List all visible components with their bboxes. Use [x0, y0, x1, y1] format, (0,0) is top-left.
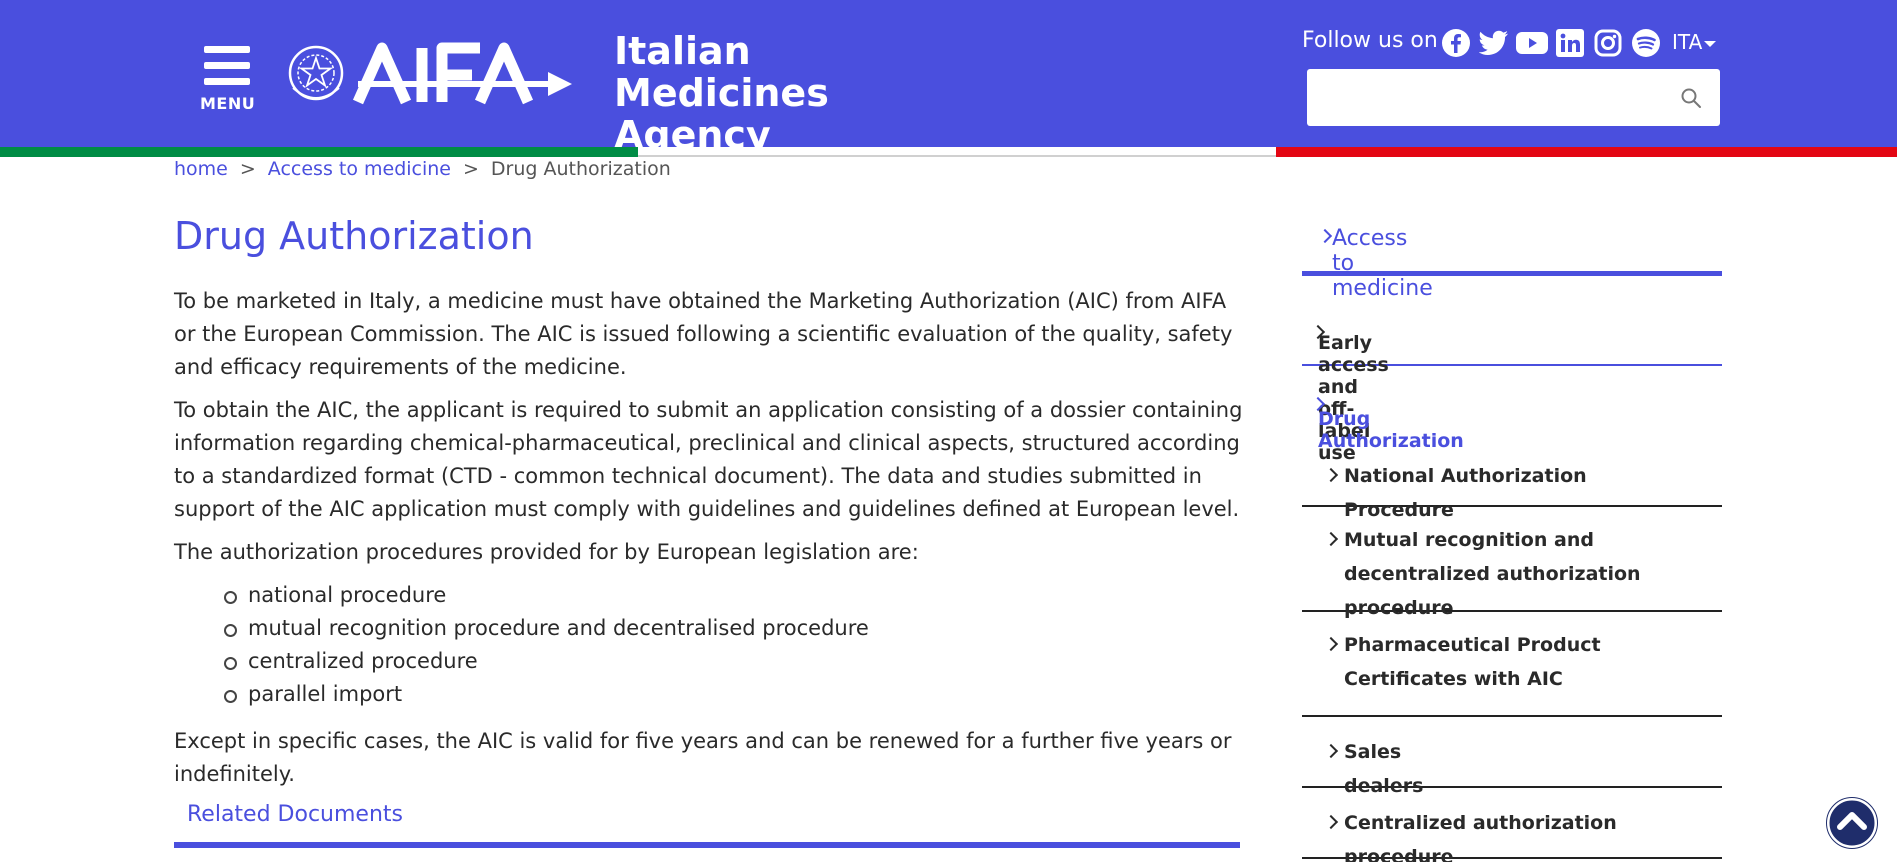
sidebar-subitem-mutual-recognition[interactable]: Mutual recognition and decentralized aut… — [1302, 507, 1722, 619]
sidebar-subitem-sales-dealers[interactable]: Sales dealers — [1302, 717, 1722, 797]
youtube-icon[interactable] — [1516, 27, 1548, 59]
menu-label: MENU — [200, 94, 256, 113]
sidebar-item-early-access[interactable]: Early access and off-label use — [1302, 312, 1722, 464]
sidebar-subitem-label: Centralized authorization procedure — [1344, 812, 1617, 862]
validity-paragraph: Except in specific cases, the AIC is val… — [174, 729, 1232, 786]
breadcrumb: home > Access to medicine > Drug Authorizati… — [174, 158, 671, 180]
sidebar-subitem-national[interactable]: National Authorization Procedure — [1302, 447, 1722, 521]
sidebar-header[interactable]: Access to medicine — [1302, 222, 1722, 301]
sidebar-subitem-pharmaceutical-certificates[interactable]: Pharmaceutical Product Certificates with… — [1302, 612, 1722, 717]
sidebar-subitem-label: Pharmaceutical Product Certificates with… — [1344, 634, 1601, 690]
chevron-right-icon — [1323, 814, 1339, 830]
chevron-right-icon — [1323, 467, 1339, 483]
agency-name: Italian Medicines Agency — [614, 29, 829, 157]
chevron-right-icon — [1317, 228, 1333, 244]
list-item: parallel import — [224, 678, 1244, 711]
sidebar-subitem-label: Mutual recognition and decentralized aut… — [1344, 529, 1641, 619]
list-item: mutual recognition procedure and decentr… — [224, 612, 1244, 645]
breadcrumb-current: Drug Authorization — [490, 158, 671, 180]
list-item: national procedure — [224, 579, 1244, 612]
flag-stripe-white — [638, 147, 1276, 157]
italian-republic-emblem-icon — [288, 45, 344, 101]
scroll-to-top-button[interactable] — [1826, 797, 1878, 849]
flag-stripe-red — [1276, 147, 1897, 157]
chevron-right-icon — [1323, 743, 1339, 759]
spotify-icon[interactable] — [1630, 27, 1662, 59]
search-input[interactable] — [1307, 69, 1720, 126]
flag-stripe-green — [0, 147, 638, 157]
menu-button[interactable]: MENU — [200, 44, 256, 116]
twitter-icon[interactable] — [1478, 27, 1510, 59]
instagram-icon[interactable] — [1592, 27, 1624, 59]
social-links — [1440, 27, 1662, 59]
breadcrumb-access-to-medicine[interactable]: Access to medicine — [268, 158, 451, 180]
related-documents-label[interactable]: Related Documents — [187, 802, 403, 827]
language-selector[interactable]: ITA — [1672, 30, 1717, 54]
hamburger-icon-bar — [204, 78, 250, 85]
sidebar-subitem-centralized[interactable]: Centralized authorization procedure — [1302, 788, 1722, 862]
breadcrumb-separator: > — [463, 158, 479, 180]
linkedin-icon[interactable] — [1554, 27, 1586, 59]
sidebar-item-label: Drug Authorization — [1318, 408, 1464, 452]
site-header: MENU Italian Medicines Agency Follow us … — [0, 0, 1897, 156]
hamburger-icon-bar — [204, 62, 250, 69]
hamburger-icon — [204, 46, 250, 53]
language-label: ITA — [1672, 30, 1703, 54]
caret-down-icon — [1704, 40, 1717, 47]
intro-paragraph: To be marketed in Italy, a medicine must… — [174, 289, 1233, 379]
aifa-logo[interactable] — [352, 40, 574, 108]
breadcrumb-separator: > — [239, 158, 256, 180]
breadcrumb-home[interactable]: home — [174, 158, 228, 180]
search-icon[interactable] — [1680, 87, 1702, 109]
chevron-right-icon — [1323, 636, 1339, 652]
sidebar-header-label: Access to medicine — [1332, 226, 1433, 301]
chevron-right-icon — [1323, 531, 1339, 547]
list-item: centralized procedure — [224, 645, 1244, 678]
facebook-icon[interactable] — [1440, 27, 1472, 59]
related-documents-tab: Related Documents — [174, 800, 1240, 848]
page-title: Drug Authorization — [174, 214, 534, 258]
procedures-list: national procedure mutual recognition pr… — [224, 579, 1244, 711]
main-content: To be marketed in Italy, a medicine must… — [174, 285, 1244, 801]
follow-us-label: Follow us on — [1302, 28, 1438, 53]
procedures-intro: The authorization procedures provided fo… — [174, 540, 919, 564]
application-paragraph: To obtain the AIC, the applicant is requ… — [174, 398, 1243, 521]
sidebar-item-drug-authorization[interactable]: Drug Authorization — [1302, 380, 1722, 452]
